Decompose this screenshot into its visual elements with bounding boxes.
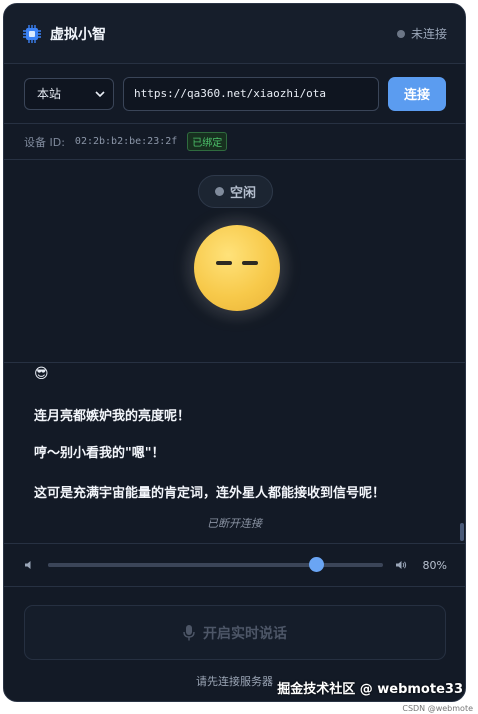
status-dot-icon — [396, 29, 405, 38]
app-title: 虚拟小智 — [50, 26, 106, 43]
watermark-sub: CSDN @webmote — [402, 704, 473, 713]
device-info: 设备 ID: 02:2b:b2:be:23:2f 已绑定 — [4, 124, 465, 160]
connection-status: 未连接 — [396, 25, 447, 42]
chat-message: 哼～别小看我的"嗯"！ — [34, 446, 165, 461]
sunglasses-emoji: 😎 — [34, 366, 49, 382]
server-select[interactable]: 本站 — [24, 77, 114, 110]
volume-slider[interactable] — [48, 557, 383, 572]
bound-badge: 已绑定 — [187, 132, 228, 151]
cpu-chip-icon — [23, 24, 41, 43]
status-text: 未连接 — [410, 27, 447, 41]
volume-slider-fill — [48, 563, 316, 567]
volume-low-icon[interactable] — [24, 559, 36, 571]
connection-bar: 本站 连接 — [4, 64, 465, 124]
chat-scrollbar[interactable] — [460, 523, 464, 541]
microphone-icon — [183, 624, 195, 640]
chat-log[interactable]: 😎 连月亮都嫉妒我的亮度呢！ 哼～别小看我的"嗯"！ 这可是充满宇宙能量的肯定词… — [4, 363, 465, 543]
state-pill: 空闲 — [198, 175, 273, 208]
start-talk-label: 开启实时说话 — [203, 625, 287, 642]
right-eye — [242, 261, 258, 265]
start-talk-button[interactable]: 开启实时说话 — [24, 605, 446, 660]
system-note: 已断开连接 — [207, 517, 262, 530]
face-wrapper — [179, 210, 295, 326]
app-header: 虚拟小智 未连接 — [4, 4, 465, 64]
server-url-input[interactable] — [123, 76, 379, 111]
connect-button[interactable]: 连接 — [388, 76, 446, 111]
left-eye — [216, 261, 232, 265]
device-id-label: 设备 ID: — [24, 135, 65, 149]
state-dot-icon — [214, 187, 224, 196]
server-select-value: 本站 — [37, 87, 62, 101]
volume-value: 80% — [422, 558, 447, 572]
app-card: 虚拟小智 未连接 本站 连接 设备 ID: 02:2b:b2:be:23:2f … — [3, 3, 466, 702]
watermark: 掘金技术社区 @ webmote33 — [277, 682, 463, 697]
state-text: 空闲 — [229, 186, 256, 201]
avatar-area: 空闲 — [4, 160, 465, 363]
chevron-down-icon — [95, 90, 105, 97]
device-id-value: 02:2b:b2:be:23:2f — [74, 136, 178, 147]
brand: 虚拟小智 — [22, 24, 106, 44]
volume-control: 80% — [4, 543, 465, 587]
neutral-face-icon — [194, 225, 280, 311]
chat-message: 连月亮都嫉妒我的亮度呢！ — [34, 409, 191, 424]
volume-slider-thumb[interactable] — [309, 557, 324, 572]
volume-high-icon[interactable] — [395, 559, 407, 571]
chat-message: 这可是充满宇宙能量的肯定词，连外星人都能接收到信号呢！ — [34, 486, 386, 501]
